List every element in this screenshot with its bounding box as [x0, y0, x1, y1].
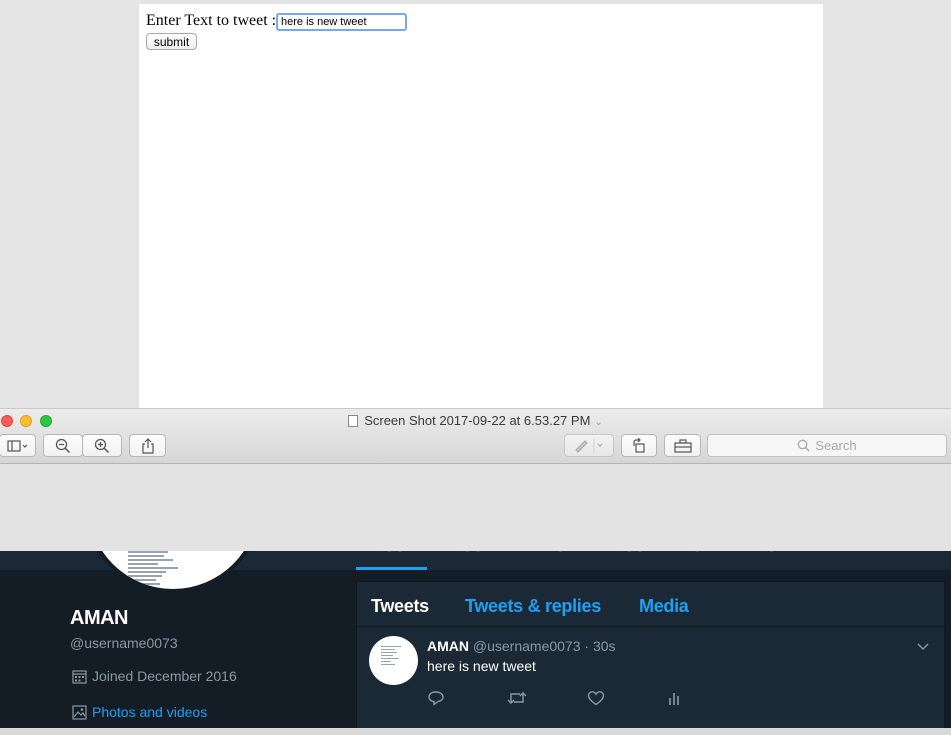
- tweet-item[interactable]: AMAN @username0073 · 30s here is new twe…: [357, 628, 946, 718]
- tweet-header: AMAN @username0073 · 30s: [427, 638, 616, 654]
- bottom-edge: [0, 728, 951, 735]
- preview-window-titlebar: Screen Shot 2017-09-22 at 6.53.27 PM ⌄ Se…: [0, 408, 951, 464]
- profile-name[interactable]: AMAN: [70, 607, 129, 630]
- tweet-text: here is new tweet: [427, 658, 536, 674]
- avatar-image-lines: [381, 646, 403, 667]
- reply-button[interactable]: [427, 688, 507, 708]
- screen: Enter Text to tweet : submit Screen Shot…: [0, 0, 951, 735]
- joined-text: Joined December 2016: [92, 668, 237, 684]
- tweet-text-input[interactable]: [276, 13, 407, 31]
- stat-fragment: ~~: [622, 551, 643, 561]
- avatar-image-lines: [128, 551, 188, 587]
- search-placeholder: Search: [815, 438, 857, 453]
- rotate-button[interactable]: [621, 434, 657, 457]
- tweet-actions: [427, 688, 747, 708]
- tweet-timestamp[interactable]: · 30s: [584, 638, 615, 654]
- analytics-button[interactable]: [667, 688, 747, 708]
- sidebar-icon: [6, 439, 27, 452]
- window-title[interactable]: Screen Shot 2017-09-22 at 6.53.27 PM ⌄: [0, 413, 951, 428]
- tab-tweets[interactable]: Tweets: [371, 596, 429, 617]
- share-button[interactable]: [129, 434, 166, 457]
- calendar-icon: [72, 669, 87, 684]
- like-button[interactable]: [587, 688, 667, 708]
- search-icon: [798, 439, 810, 452]
- zoom-out-button[interactable]: [43, 434, 83, 457]
- analytics-icon: [669, 693, 679, 705]
- stat-fragment: ~~: [382, 551, 403, 561]
- tweet-menu-button[interactable]: [917, 638, 929, 656]
- timeline-panel: Tweets Tweets & replies Media AMAN @user…: [356, 581, 946, 728]
- stat-fragment: ~: [764, 551, 775, 561]
- tweet-author-handle[interactable]: @username0073: [473, 638, 581, 654]
- reply-icon: [428, 691, 444, 706]
- markup-pen-icon: [575, 438, 603, 453]
- photos-and-videos-link[interactable]: Photos and videos: [72, 704, 207, 720]
- active-stat-underline: [356, 567, 427, 570]
- toolbox-icon: [673, 438, 692, 453]
- retweet-button[interactable]: [507, 688, 587, 708]
- timeline-tabs: Tweets Tweets & replies Media: [357, 582, 946, 627]
- profile-joined-date: Joined December 2016: [72, 668, 237, 684]
- rotate-icon: [633, 437, 645, 453]
- tweet-input-label: Enter Text to tweet :: [146, 12, 277, 29]
- tweet-avatar[interactable]: [369, 636, 418, 685]
- markup-button[interactable]: [564, 434, 614, 457]
- toolbox-button[interactable]: [664, 434, 701, 457]
- chevron-down-icon: [917, 643, 929, 651]
- chevron-down-icon: ⌄: [594, 417, 603, 428]
- like-icon: [587, 691, 605, 706]
- zoom-out-icon: [55, 438, 71, 453]
- tweet-author-name[interactable]: AMAN: [427, 638, 469, 654]
- tab-tweets-and-replies[interactable]: Tweets & replies: [465, 596, 601, 617]
- document-icon: [348, 415, 359, 427]
- photo-icon: [72, 704, 87, 720]
- stat-fragment: ~~: [460, 551, 481, 561]
- profile-handle[interactable]: @username0073: [70, 635, 178, 651]
- zoom-in-button[interactable]: [82, 434, 122, 457]
- stat-fragment: ~: [690, 551, 701, 561]
- window-title-text: Screen Shot 2017-09-22 at 6.53.27 PM: [364, 413, 591, 428]
- retweet-icon: [507, 692, 527, 704]
- zoom-in-icon: [94, 438, 110, 453]
- preview-empty-area: [0, 464, 951, 551]
- twitter-profile-page: ~~ ~~ ~ ~~ ~ ~ AMAN @username0073 Joined…: [0, 551, 951, 728]
- tab-media[interactable]: Media: [639, 596, 689, 617]
- search-field[interactable]: Search: [707, 434, 947, 457]
- share-icon: [141, 437, 154, 454]
- sidebar-toggle-button[interactable]: [0, 434, 36, 457]
- photos-link-text: Photos and videos: [92, 704, 208, 720]
- submit-button[interactable]: submit: [146, 33, 197, 50]
- browser-page: Enter Text to tweet : submit: [139, 4, 823, 408]
- profile-avatar[interactable]: [84, 551, 262, 593]
- stat-fragment: ~: [553, 551, 564, 561]
